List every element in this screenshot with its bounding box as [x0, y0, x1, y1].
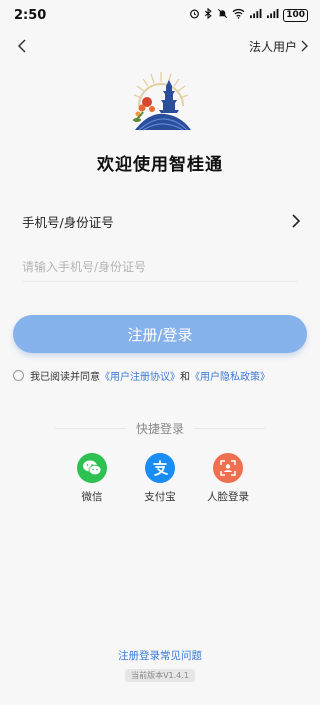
wechat-icon [77, 453, 107, 483]
agreement-prefix: 我已阅读并同意 [30, 371, 100, 383]
alarm-icon [189, 8, 200, 22]
alipay-label: 支付宝 [144, 491, 176, 503]
wechat-login-button[interactable]: 微信 [62, 453, 122, 504]
wifi-icon [232, 8, 245, 22]
alipay-login-button[interactable]: 支付宝 [130, 453, 190, 504]
legal-user-button[interactable]: 法人用户 [249, 38, 308, 55]
faq-link[interactable]: 注册登录常见问题 [0, 648, 320, 663]
chevron-left-icon [17, 39, 26, 53]
version-badge: 当前版本V1.4.1 [125, 669, 195, 682]
legal-user-label: 法人用户 [248, 39, 297, 54]
app-logo [125, 68, 197, 136]
privacy-policy-link[interactable]: 《用户隐私政策》 [190, 368, 270, 383]
id-input[interactable] [22, 252, 298, 282]
face-login-button[interactable]: 人脸登录 [198, 453, 258, 504]
divider [55, 427, 126, 429]
battery-indicator: 100 [283, 8, 308, 22]
face-scan-icon [213, 453, 243, 483]
register-login-button[interactable]: 注册/登录 [13, 315, 307, 353]
nav-bar: 法人用户 [0, 32, 320, 60]
chevron-right-icon [301, 40, 308, 52]
agreement-checkbox[interactable] [13, 369, 24, 381]
status-time: 2:50 [14, 7, 47, 23]
welcome-title: 欢迎使用智桂通 [97, 155, 223, 175]
status-bar: 2:50 100 [0, 0, 320, 30]
divider [194, 427, 266, 429]
chevron-right-icon [292, 214, 300, 228]
agreement-row: 我已阅读并同意 《用户注册协议》 和 《用户隐私政策》 [13, 367, 313, 383]
status-icons: 100 [189, 7, 308, 22]
signal-icon [266, 8, 279, 22]
signal-icon [249, 8, 262, 22]
face-login-label: 人脸登录 [207, 491, 249, 503]
agreement-and: 和 [180, 371, 190, 383]
bluetooth-icon [204, 7, 213, 22]
id-type-label: 手机号/身份证号 [22, 214, 114, 230]
user-agreement-link[interactable]: 《用户注册协议》 [100, 368, 180, 383]
id-type-selector[interactable]: 手机号/身份证号 [22, 208, 300, 234]
alipay-icon [145, 453, 175, 483]
back-button[interactable] [12, 36, 32, 56]
mute-icon [217, 8, 228, 22]
quick-login-title: 快捷登录 [136, 421, 185, 436]
quick-login-header: 快捷登录 [55, 420, 266, 436]
wechat-label: 微信 [81, 491, 103, 503]
